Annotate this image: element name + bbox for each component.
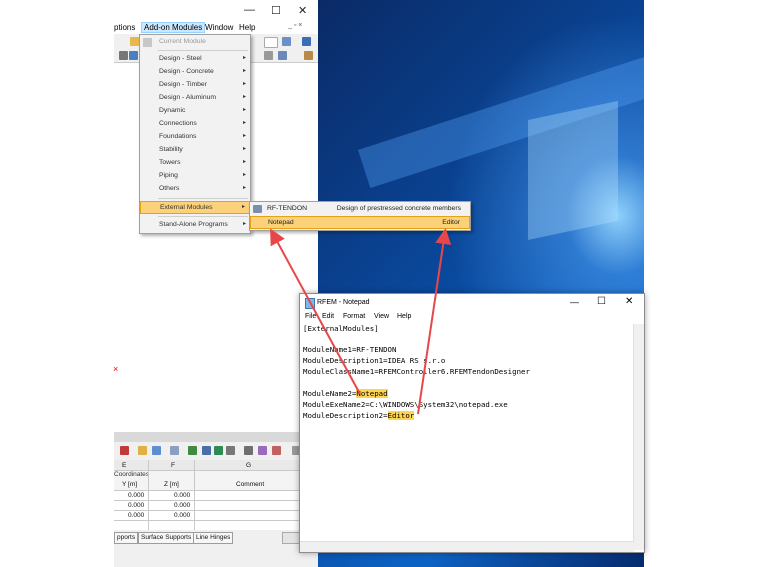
arrow-editor bbox=[417, 228, 452, 415]
annotation-arrows bbox=[270, 228, 452, 415]
arrow-notepad bbox=[270, 228, 361, 395]
